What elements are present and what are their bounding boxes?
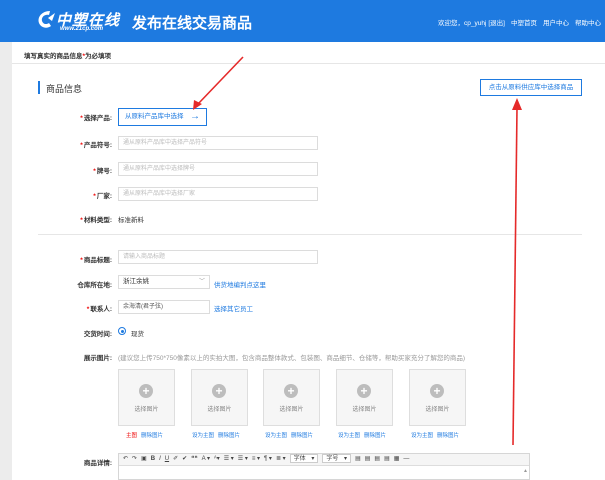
logout-link[interactable]: [退出] <box>488 20 505 27</box>
set-main-link[interactable]: 设为主图 <box>192 433 214 439</box>
plus-icon: + <box>284 384 298 398</box>
upload-actions-4: 设为主图 删除图片 <box>338 431 386 439</box>
editor-scrollbar[interactable]: ▲ <box>523 468 528 478</box>
upload-actions-5: 设为主图 删除图片 <box>411 431 459 439</box>
delete-image-link[interactable]: 删除图片 <box>141 433 163 439</box>
warehouse-select[interactable]: 浙江余姚 ﹀ <box>118 275 210 289</box>
bold-icon[interactable]: B <box>151 456 155 462</box>
page-title: 发布在线交易商品 <box>132 15 253 32</box>
indent-icon[interactable]: ≡ ▾ <box>252 456 260 462</box>
chevron-down-icon: ﹀ <box>198 279 205 285</box>
select-other-staff-link[interactable]: 选择其它员工 <box>214 303 253 313</box>
plus-icon: + <box>139 384 153 398</box>
italic-icon[interactable]: I <box>159 456 161 462</box>
align-left-icon[interactable]: ▤ <box>355 456 361 462</box>
editor-toolbar: ↶ ↷ ▣ B I U ✐ ✔ ❝❝ A ▾ ᴬ▾ ☰ ▾ ☰ ▾ ≡ ▾ ¶ ▾ ≣ ▾ 字体 ▾ 字号 ▾ ▤ ▤… <box>119 454 529 466</box>
quote-icon[interactable]: ❝❝ <box>191 456 197 462</box>
delete-image-link[interactable]: 删除图片 <box>437 433 459 439</box>
upload-actions-2: 设为主图 删除图片 <box>192 431 240 439</box>
contact-input[interactable]: 余海清(君子弦) <box>118 300 210 314</box>
required-notice: 填写真实的商品信息*为必填项 <box>24 53 112 60</box>
product-code-input[interactable]: 通从原料产品库中选择产品符号 <box>118 136 318 150</box>
home-link[interactable]: 中塑首页 <box>511 20 537 27</box>
trade-time-label: 交货时间: <box>83 331 112 338</box>
brush-icon[interactable]: ✔ <box>182 456 187 462</box>
top-nav: 欢迎您，cp_yuhj [退出] 中塑首页 用户中心 帮助中心 <box>432 17 601 27</box>
spot-radio[interactable] <box>118 327 126 335</box>
section-divider <box>38 234 582 235</box>
material-type-value: 标准新料 <box>118 217 144 224</box>
paragraph-icon[interactable]: ¶ ▾ <box>264 456 272 462</box>
upload-slot-4[interactable]: + 选择图片 <box>336 369 393 426</box>
font-size-select[interactable]: 字号 ▾ <box>322 454 352 463</box>
font-color-icon[interactable]: A ▾ <box>202 456 210 462</box>
spot-radio-label: 现货 <box>131 331 144 338</box>
table-icon[interactable]: ▦ <box>394 456 400 462</box>
warehouse-link[interactable]: 供货地编判点这里 <box>214 279 266 289</box>
upload-actions-3: 设为主图 删除图片 <box>265 431 313 439</box>
upload-slot-5[interactable]: + 选择图片 <box>409 369 466 426</box>
help-center-link[interactable]: 帮助中心 <box>575 20 601 27</box>
details-label: 商品详情: <box>83 460 112 467</box>
plus-icon: + <box>212 384 226 398</box>
set-main-link[interactable]: 设为主图 <box>338 433 360 439</box>
eraser-icon[interactable]: ✐ <box>173 456 178 462</box>
product-label: *选择产品: <box>80 115 112 122</box>
delete-image-link[interactable]: 删除图片 <box>364 433 386 439</box>
image-hint: (建议您上传750*750像素以上的实拍大图，包含商品整体款式、包装图、商品细节… <box>118 355 466 362</box>
maker-input[interactable]: 通从原料产品库中选择厂家 <box>118 187 318 201</box>
goods-title-label: *商品标题: <box>80 257 112 264</box>
upload-slot-3[interactable]: + 选择图片 <box>263 369 320 426</box>
plus-icon: + <box>357 384 371 398</box>
image-icon[interactable]: ▣ <box>141 456 147 462</box>
align-right-icon[interactable]: ▤ <box>374 456 380 462</box>
product-code-label: *产品符号: <box>80 142 112 149</box>
top-header-bar: 中塑在线 www.21cp.com 发布在线交易商品 欢迎您，cp_yuhj [退… <box>0 0 605 42</box>
site-logo[interactable]: 中塑在线 www.21cp.com <box>36 7 128 35</box>
set-main-link[interactable]: 设为主图 <box>411 433 433 439</box>
arrow-right-icon: → <box>190 111 200 122</box>
welcome-text: 欢迎您，cp_yuhj <box>437 20 487 27</box>
material-type-label: *材料类型: <box>80 217 112 224</box>
plus-icon: + <box>430 384 444 398</box>
select-from-supply-lib-button[interactable]: 点击从原料供应库中选择商品 <box>480 79 582 96</box>
horizontal-rule-icon[interactable]: — <box>403 456 409 462</box>
warehouse-label: 仓库所在地: <box>77 282 112 289</box>
upload-actions-1: 主图 删除图片 <box>126 431 163 439</box>
select-from-product-lib-button[interactable]: 从原料产品库中选择 → <box>118 108 207 126</box>
upload-slot-1[interactable]: + 选择图片 <box>118 369 175 426</box>
maker-label: *厂家: <box>93 193 112 200</box>
brand-label: *牌号: <box>93 168 112 175</box>
align-center-icon[interactable]: ▤ <box>365 456 371 462</box>
notice-divider <box>12 63 605 64</box>
line-height-icon[interactable]: ≣ ▾ <box>276 456 286 462</box>
unordered-list-icon[interactable]: ☰ ▾ <box>238 456 248 462</box>
form-panel: 填写真实的商品信息*为必填项 商品信息 点击从原料供应库中选择商品 *选择产品:… <box>12 42 605 480</box>
undo-icon[interactable]: ↶ <box>123 456 128 462</box>
main-image-label: 主图 <box>126 433 138 439</box>
highlight-icon[interactable]: ᴬ▾ <box>214 456 220 462</box>
set-main-link[interactable]: 设为主图 <box>265 433 287 439</box>
underline-icon[interactable]: U <box>165 456 169 462</box>
font-family-select[interactable]: 字体 ▾ <box>289 454 319 463</box>
section-accent <box>38 81 40 94</box>
align-justify-icon[interactable]: ▤ <box>384 456 390 462</box>
contact-label: *联系人: <box>86 306 112 313</box>
section-title: 商品信息 <box>46 84 83 94</box>
delete-image-link[interactable]: 删除图片 <box>291 433 313 439</box>
logo-url: www.21cp.com <box>60 26 104 32</box>
images-label: 展示图片: <box>83 355 112 362</box>
upload-slot-2[interactable]: + 选择图片 <box>191 369 248 426</box>
brand-input[interactable]: 通从原料产品库中选择牌号 <box>118 162 318 176</box>
user-center-link[interactable]: 用户中心 <box>543 20 569 27</box>
logo-mark-icon <box>38 11 55 28</box>
redo-icon[interactable]: ↷ <box>132 456 137 462</box>
rich-text-editor[interactable]: ↶ ↷ ▣ B I U ✐ ✔ ❝❝ A ▾ ᴬ▾ ☰ ▾ ☰ ▾ ≡ ▾ ¶ ▾ ≣ ▾ 字体 ▾ 字号 ▾ ▤ ▤… <box>118 453 530 480</box>
ordered-list-icon[interactable]: ☰ ▾ <box>224 456 234 462</box>
goods-title-input[interactable]: 请输入商品标题 <box>118 250 318 264</box>
delete-image-link[interactable]: 删除图片 <box>218 433 240 439</box>
